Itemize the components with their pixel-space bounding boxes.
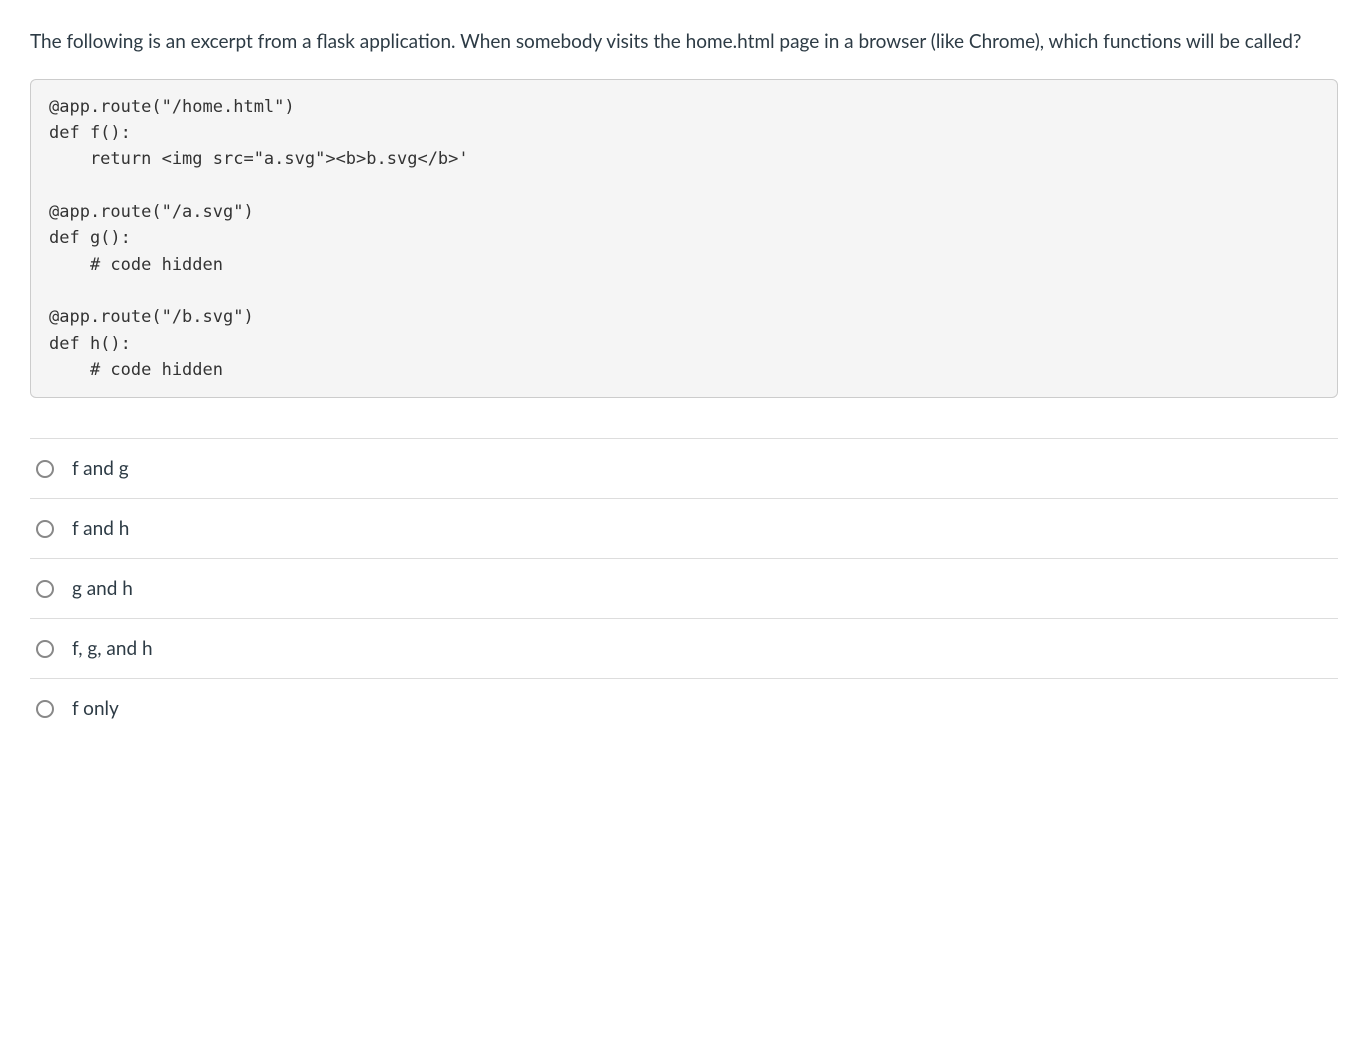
radio-icon[interactable]: [36, 700, 54, 718]
radio-icon[interactable]: [36, 520, 54, 538]
code-block: @app.route("/home.html") def f(): return…: [30, 79, 1338, 399]
option-label: f and h: [72, 517, 129, 540]
option-g-and-h[interactable]: g and h: [30, 559, 1338, 619]
option-label: f and g: [72, 457, 129, 480]
option-f-and-h[interactable]: f and h: [30, 499, 1338, 559]
question-text: The following is an excerpt from a flask…: [30, 28, 1338, 57]
options-list: f and g f and h g and h f, g, and h f on…: [30, 438, 1338, 738]
option-f-only[interactable]: f only: [30, 679, 1338, 738]
radio-icon[interactable]: [36, 580, 54, 598]
option-f-and-g[interactable]: f and g: [30, 439, 1338, 499]
option-f-g-and-h[interactable]: f, g, and h: [30, 619, 1338, 679]
option-label: f, g, and h: [72, 637, 153, 660]
radio-icon[interactable]: [36, 640, 54, 658]
option-label: f only: [72, 697, 119, 720]
option-label: g and h: [72, 577, 133, 600]
radio-icon[interactable]: [36, 460, 54, 478]
